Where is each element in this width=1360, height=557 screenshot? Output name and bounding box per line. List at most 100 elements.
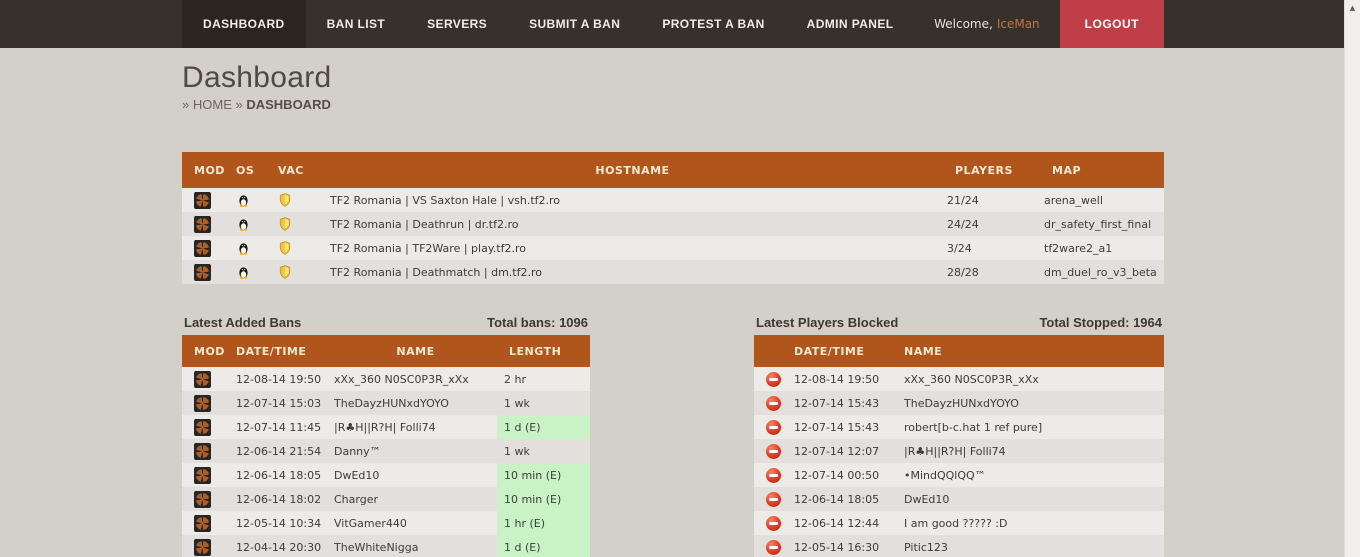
nav-item-servers[interactable]: SERVERS [406, 0, 508, 48]
breadcrumb-separator-icon: » [182, 97, 189, 112]
map-cell: arena_well [1044, 188, 1164, 212]
breadcrumb-separator-icon: » [235, 97, 242, 112]
ban-row: 12-07-14 15:03TheDayzHUNxdYOYO1 wk [182, 391, 590, 415]
servers-column-header: PLAYERS [947, 152, 1044, 188]
vac-cell [266, 260, 318, 284]
latest-blocked-title: Latest Players Blocked [756, 315, 898, 330]
vac-cell [266, 236, 318, 260]
name-cell: TheWhiteNigga [334, 535, 497, 557]
nav-item-protest-a-ban[interactable]: PROTEST A BAN [641, 0, 785, 48]
mod-cell [182, 535, 224, 557]
breadcrumb-current: DASHBOARD [246, 97, 331, 112]
nav-item-ban-list[interactable]: BAN LIST [306, 0, 407, 48]
vac-shield-icon [278, 216, 292, 232]
breadcrumb-home[interactable]: HOME [193, 97, 232, 112]
tf2-icon [194, 371, 211, 388]
mod-cell [182, 415, 224, 439]
blocked-column-header: NAME [892, 335, 1164, 367]
blocked-icon-cell [754, 535, 782, 557]
blocked-icon [766, 540, 781, 555]
map-cell: tf2ware2_a1 [1044, 236, 1164, 260]
datetime-cell: 12-06-14 18:05 [782, 487, 892, 511]
datetime-cell: 12-07-14 15:43 [782, 391, 892, 415]
tf2-icon [194, 443, 211, 460]
datetime-cell: 12-04-14 20:30 [224, 535, 334, 557]
name-cell: robert[b-c.hat 1 ref pure] [892, 415, 1164, 439]
name-cell: TheDayzHUNxdYOYO [334, 391, 497, 415]
scrollbar[interactable]: ▲ [1344, 0, 1360, 557]
datetime-cell: 12-06-14 12:44 [782, 511, 892, 535]
datetime-cell: 12-08-14 19:50 [224, 367, 334, 391]
servers-column-header: VAC [266, 152, 318, 188]
os-cell [224, 236, 266, 260]
tf2-icon [194, 395, 211, 412]
latest-bans-section: Latest Added Bans Total bans: 1096 MODDA… [182, 315, 590, 557]
blocked-icon [766, 444, 781, 459]
breadcrumb: » HOME » DASHBOARD [182, 97, 1164, 112]
blocked-table: DATE/TIMENAME 12-08-14 19:50xXx_360 N0SC… [754, 335, 1164, 557]
datetime-cell: 12-06-14 18:05 [224, 463, 334, 487]
length-cell: 1 wk [497, 439, 590, 463]
mod-cell [182, 487, 224, 511]
blocked-icon [766, 492, 781, 507]
tf2-icon [194, 467, 211, 484]
datetime-cell: 12-07-14 11:45 [224, 415, 334, 439]
vac-shield-icon [278, 264, 292, 280]
mod-cell [182, 511, 224, 535]
linux-icon [236, 264, 251, 280]
blocked-icon [766, 468, 781, 483]
servers-header-row: MODOSVACHOSTNAMEPLAYERSMAP [182, 152, 1164, 188]
linux-icon [236, 216, 251, 232]
bans-header-row: MODDATE/TIMENAMELENGTH [182, 335, 590, 367]
datetime-cell: 12-07-14 15:03 [224, 391, 334, 415]
hostname-cell: TF2 Romania | VS Saxton Hale | vsh.tf2.r… [318, 188, 947, 212]
length-cell: 10 min (E) [497, 487, 590, 511]
players-cell: 3/24 [947, 236, 1044, 260]
server-row[interactable]: TF2 Romania | Deathmatch | dm.tf2.ro28/2… [182, 260, 1164, 284]
mod-cell [182, 188, 224, 212]
length-cell: 1 hr (E) [497, 511, 590, 535]
ban-row: 12-07-14 11:45|R♣H||R?H| Folli741 d (E) [182, 415, 590, 439]
mod-cell [182, 367, 224, 391]
name-cell: xXx_360 N0SC0P3R_xXx [892, 367, 1164, 391]
welcome-prefix: Welcome, [934, 17, 993, 31]
bans-column-header: NAME [334, 335, 497, 367]
length-cell: 2 hr [497, 367, 590, 391]
ban-row: 12-06-14 18:05DwEd1010 min (E) [182, 463, 590, 487]
map-cell: dm_duel_ro_v3_beta [1044, 260, 1164, 284]
vac-shield-icon [278, 240, 292, 256]
username-link[interactable]: IceMan [997, 17, 1040, 31]
blocked-row: 12-06-14 12:44I am good ????? :D [754, 511, 1164, 535]
nav-item-submit-a-ban[interactable]: SUBMIT A BAN [508, 0, 641, 48]
blocked-icon-cell [754, 367, 782, 391]
datetime-cell: 12-07-14 12:07 [782, 439, 892, 463]
name-cell: |R♣H||R?H| Folli74 [892, 439, 1164, 463]
datetime-cell: 12-05-14 16:30 [782, 535, 892, 557]
nav-item-dashboard[interactable]: DASHBOARD [182, 0, 306, 48]
server-row[interactable]: TF2 Romania | Deathrun | dr.tf2.ro24/24d… [182, 212, 1164, 236]
ban-row: 12-06-14 21:54Danny™1 wk [182, 439, 590, 463]
blocked-row: 12-08-14 19:50xXx_360 N0SC0P3R_xXx [754, 367, 1164, 391]
blocked-icon [766, 396, 781, 411]
scroll-up-button[interactable]: ▲ [1345, 0, 1360, 16]
nav-item-admin-panel[interactable]: ADMIN PANEL [786, 0, 915, 48]
map-cell: dr_safety_first_final [1044, 212, 1164, 236]
os-cell [224, 188, 266, 212]
server-row[interactable]: TF2 Romania | TF2Ware | play.tf2.ro3/24t… [182, 236, 1164, 260]
blocked-row: 12-06-14 18:05DwEd10 [754, 487, 1164, 511]
name-cell: I am good ????? :D [892, 511, 1164, 535]
latest-blocked-section: Latest Players Blocked Total Stopped: 19… [754, 315, 1164, 557]
blocked-row: 12-07-14 12:07|R♣H||R?H| Folli74 [754, 439, 1164, 463]
name-cell: Pitic123 [892, 535, 1164, 557]
ban-row: 12-05-14 10:34VitGamer4401 hr (E) [182, 511, 590, 535]
ban-row: 12-08-14 19:50xXx_360 N0SC0P3R_xXx2 hr [182, 367, 590, 391]
tf2-icon [194, 240, 211, 257]
page-title: Dashboard [182, 61, 1164, 95]
blocked-column-header [754, 335, 782, 367]
hostname-cell: TF2 Romania | Deathmatch | dm.tf2.ro [318, 260, 947, 284]
datetime-cell: 12-07-14 15:43 [782, 415, 892, 439]
logout-button[interactable]: LOGOUT [1060, 0, 1164, 48]
mod-cell [182, 260, 224, 284]
ban-row: 12-06-14 18:02Charger10 min (E) [182, 487, 590, 511]
server-row[interactable]: TF2 Romania | VS Saxton Hale | vsh.tf2.r… [182, 188, 1164, 212]
